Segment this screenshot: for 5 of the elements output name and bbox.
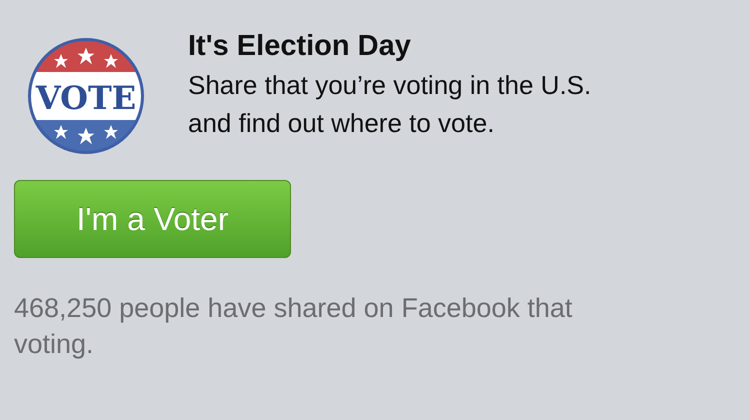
vote-badge: VOTE — [26, 36, 146, 156]
title: It's Election Day — [188, 29, 412, 64]
description: Share that you’re voting in the U.S. and find out where to vote. — [188, 69, 592, 140]
voter-button[interactable]: I'm a Voter — [14, 180, 291, 258]
share-count-text: 468,250 people have shared on Facebook that voting. — [14, 292, 574, 361]
